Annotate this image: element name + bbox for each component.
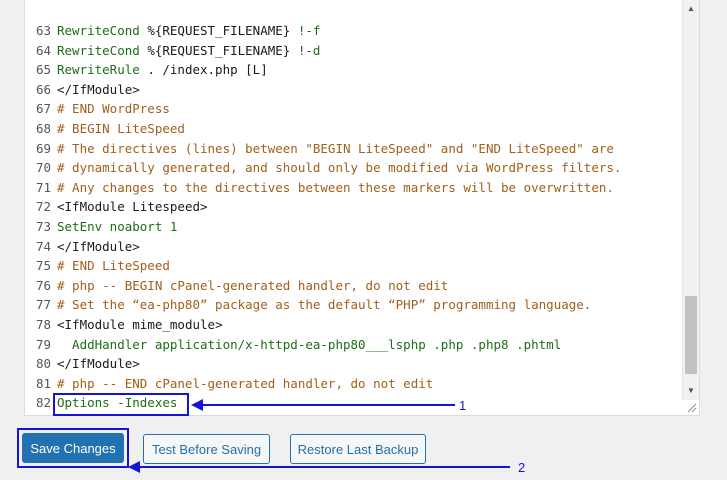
annotation-arrows bbox=[128, 399, 510, 473]
annotation-label-1: 1 bbox=[459, 398, 467, 413]
annotation-label-2: 2 bbox=[518, 460, 526, 475]
